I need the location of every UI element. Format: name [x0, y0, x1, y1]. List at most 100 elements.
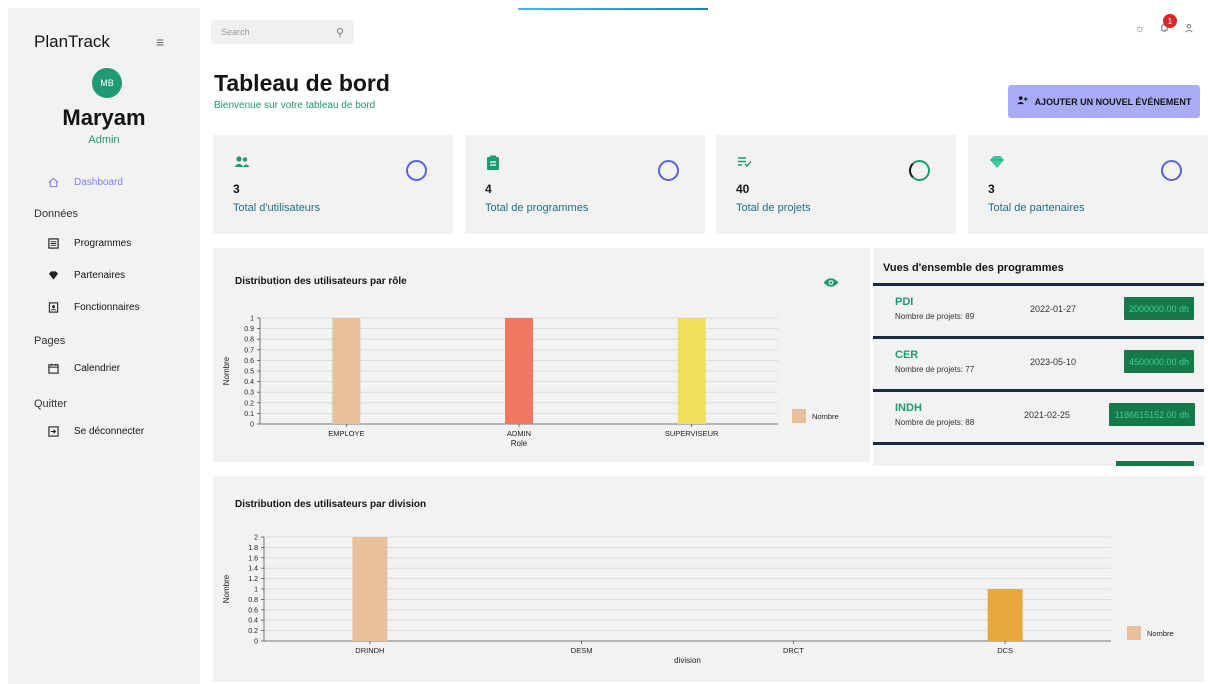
- stat-label: Total de partenaires: [988, 202, 1085, 214]
- x-tick-label: DRCT: [783, 646, 804, 655]
- y-tick-label: 0.4: [248, 618, 258, 625]
- y-tick-label: 1.8: [248, 545, 258, 552]
- y-tick-label: 0.4: [244, 379, 254, 386]
- x-tick-label: DCS: [997, 646, 1013, 655]
- sidebar-item-fonctionnaires[interactable]: Fonctionnaires: [46, 300, 140, 314]
- y-tick-label: 0.9: [244, 326, 254, 333]
- sidebar-item-calendrier[interactable]: Calendrier: [46, 361, 120, 375]
- y-tick-label: 0.8: [248, 597, 258, 604]
- program-amount-badge: 1186615152.00 dh: [1109, 403, 1195, 426]
- y-tick-label: 0.2: [244, 400, 254, 407]
- role-chart-panel: Distribution des utilisateurs par rôle 0…: [213, 248, 870, 462]
- sidebar-item-dashboard[interactable]: Dashboard: [46, 175, 123, 189]
- program-project-count: Nombre de projets: 77: [895, 365, 975, 374]
- program-amount-badge: 4500000.00 dh: [1124, 350, 1194, 373]
- program-row[interactable]: PDI Nombre de projets: 89 2022-01-27 200…: [873, 283, 1204, 333]
- program-name: CER: [895, 349, 919, 361]
- y-tick-label: 0.8: [244, 337, 254, 344]
- legend-swatch: [792, 409, 806, 423]
- y-tick-label: 0.5: [244, 369, 254, 376]
- y-tick-label: 1: [250, 316, 254, 323]
- y-tick-label: 1.4: [248, 566, 258, 573]
- search-icon[interactable]: ⚲: [336, 26, 344, 39]
- y-tick-label: 2: [254, 535, 258, 542]
- chart-bar: [677, 318, 706, 424]
- program-row[interactable]: INDH Nombre de projets: 88 2021-02-25 11…: [873, 389, 1204, 439]
- sidebar: PlanTrack ≡ MB Maryam Admin Dashboard Do…: [8, 8, 200, 684]
- topbar-icons: ☼ 1: [1135, 14, 1194, 36]
- stat-label: Total d'utilisateurs: [233, 202, 321, 214]
- nav-section-data: Données: [34, 208, 79, 220]
- x-axis-label: Role: [511, 439, 528, 448]
- list-check-icon: [737, 155, 753, 171]
- progress-ring: [909, 160, 930, 181]
- add-event-button[interactable]: AJOUTER UN NOUVEL ÉVÉNEMENT: [1008, 85, 1200, 118]
- y-tick-label: 1: [254, 587, 258, 594]
- sidebar-item-label: Calendrier: [74, 362, 121, 374]
- stat-label: Total de programmes: [485, 202, 589, 214]
- legend-label: Nombre: [1147, 629, 1174, 638]
- stat-card-projets: 40 Total de projets: [716, 135, 956, 234]
- x-axis-label: division: [674, 656, 701, 665]
- program-amount-badge: [1116, 461, 1194, 466]
- page-title: Tableau de bord: [214, 70, 390, 96]
- stat-card-users: 3 Total d'utilisateurs: [213, 135, 453, 234]
- calendar-icon: [46, 361, 60, 375]
- theme-toggle-icon[interactable]: ☼: [1135, 23, 1145, 35]
- program-date: 2022-01-27: [1030, 304, 1077, 314]
- program-date: 2021-02-25: [1024, 410, 1071, 420]
- notification-badge: 1: [1163, 14, 1177, 28]
- logout-icon: [46, 424, 60, 438]
- sidebar-item-label: Partenaires: [74, 269, 126, 281]
- brand-logo[interactable]: PlanTrack: [34, 32, 110, 52]
- chart-bar: [987, 589, 1023, 641]
- chart-bar: [352, 537, 388, 641]
- program-row[interactable]: [873, 442, 1204, 466]
- chart-bar: [332, 318, 361, 424]
- sidebar-item-label: Se déconnecter: [74, 425, 145, 437]
- sidebar-item-label: Programmes: [74, 237, 132, 249]
- notification-bell-icon[interactable]: 1: [1159, 14, 1177, 36]
- y-tick-label: 1.2: [248, 576, 258, 583]
- nav-section-pages: Pages: [34, 335, 66, 347]
- clipboard-icon: [486, 155, 502, 171]
- x-tick-label: DRINDH: [355, 646, 384, 655]
- y-axis-label: Nombre: [222, 574, 231, 603]
- program-project-count: Nombre de projets: 88: [895, 418, 975, 427]
- avatar: MB: [92, 68, 122, 98]
- diamond-icon: [46, 268, 60, 282]
- add-user-icon: [1017, 95, 1028, 108]
- x-tick-label: ADMIN: [507, 429, 531, 438]
- division-chart: 0 0.2 0.4 0.6 0.8 1 1.2 1.4 1.6 1.8 2 DRINDH DESM DRC…: [222, 535, 1174, 666]
- search-input[interactable]: Search ⚲: [211, 20, 354, 44]
- menu-toggle-icon[interactable]: ≡: [156, 34, 164, 50]
- sidebar-item-partenaires[interactable]: Partenaires: [46, 268, 125, 282]
- program-row[interactable]: CER Nombre de projets: 77 2023-05-10 450…: [873, 336, 1204, 386]
- programs-overview-panel: Vues d'ensemble des programmes PDI Nombr…: [873, 248, 1204, 466]
- page-subtitle: Bienvenue sur votre tableau de bord: [214, 100, 376, 111]
- x-tick-label: EMPLOYE: [328, 429, 364, 438]
- user-profile-icon[interactable]: [1184, 23, 1194, 36]
- progress-ring: [1161, 160, 1182, 181]
- sidebar-item-logout[interactable]: Se déconnecter: [46, 424, 144, 438]
- stat-card-programmes: 4 Total de programmes: [465, 135, 705, 234]
- progress-ring: [406, 160, 427, 181]
- x-tick-label: SUPERVISEUR: [665, 429, 719, 438]
- legend-label: Nombre: [812, 412, 839, 421]
- y-axis-label: Nombre: [222, 356, 231, 385]
- legend-swatch: [1127, 626, 1141, 640]
- sidebar-item-programmes[interactable]: Programmes: [46, 236, 131, 250]
- y-tick-label: 0.1: [244, 411, 254, 418]
- sidebar-item-label: Dashboard: [74, 176, 123, 188]
- y-tick-label: 1.6: [248, 555, 258, 562]
- program-amount-badge: 2000000.00 dh: [1124, 297, 1194, 320]
- progress-ring: [658, 160, 679, 181]
- home-icon: [46, 175, 60, 189]
- stat-value: 4: [485, 182, 492, 196]
- y-tick-label: 0.2: [248, 628, 258, 635]
- list-icon: [46, 236, 60, 250]
- add-event-label: AJOUTER UN NOUVEL ÉVÉNEMENT: [1034, 96, 1192, 107]
- y-tick-label: 0.6: [248, 607, 258, 614]
- stat-value: 3: [988, 182, 995, 196]
- y-tick-label: 0: [254, 639, 258, 646]
